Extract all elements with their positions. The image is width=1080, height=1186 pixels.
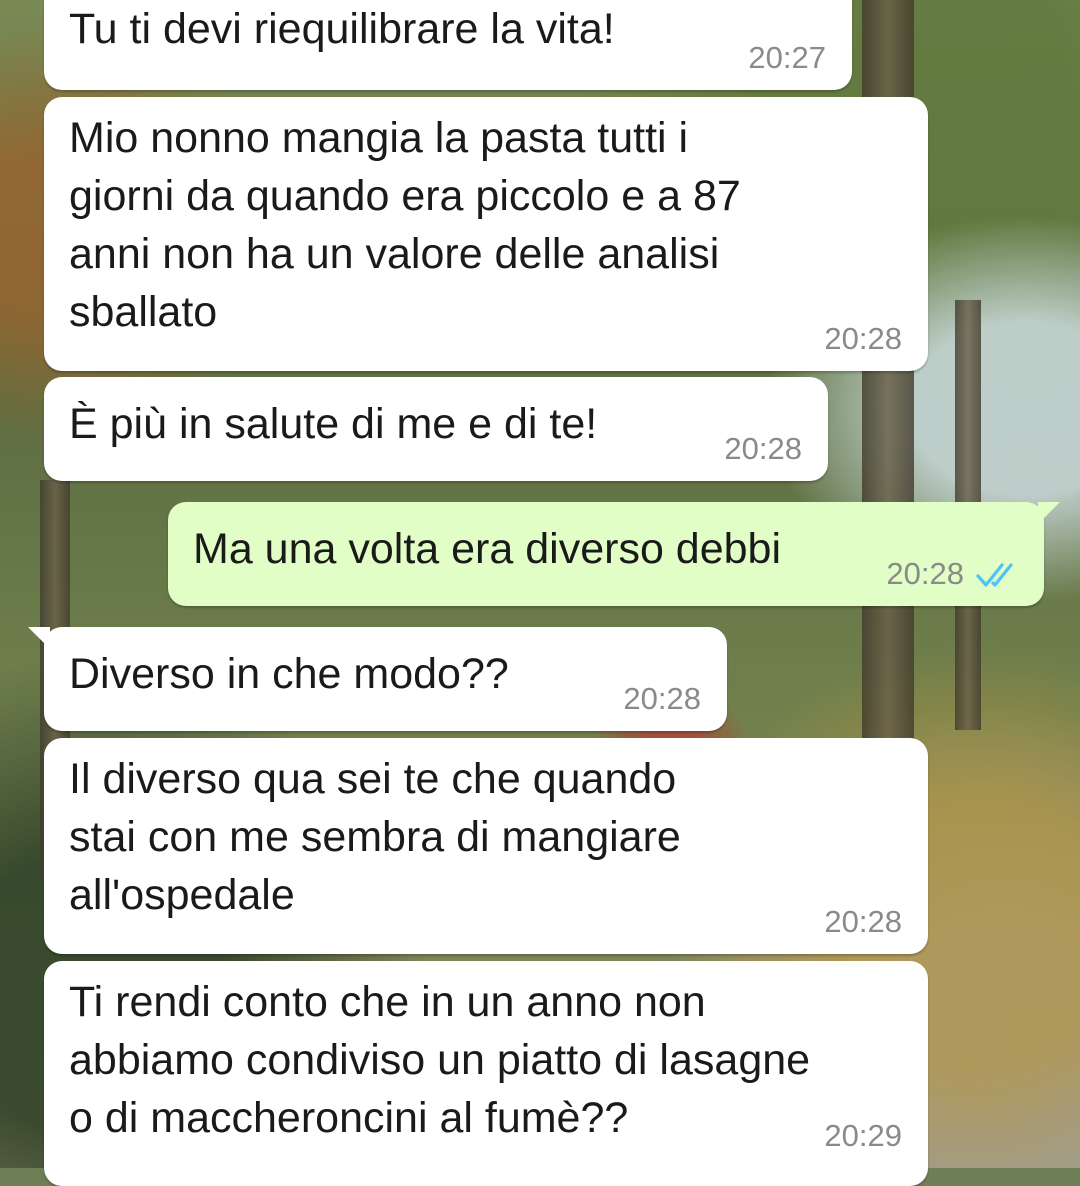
message-bubble-incoming[interactable]: È più in salute di me e di te! 20:28 xyxy=(44,377,828,481)
message-bubble-incoming[interactable]: Ti rendi conto che in un anno non abbiam… xyxy=(44,961,928,1186)
bubble-tail xyxy=(1038,502,1060,524)
double-check-read-icon xyxy=(976,563,1013,587)
bubble-tail xyxy=(28,627,50,649)
message-text: Il diverso qua sei te che quando stai co… xyxy=(69,755,681,919)
message-timestamp: 20:29 xyxy=(824,1118,902,1153)
message-bubble-outgoing[interactable]: Ma una volta era diverso debbi 20:28 xyxy=(168,502,1060,606)
message-bubble-incoming[interactable]: Il diverso qua sei te che quando stai co… xyxy=(44,738,928,954)
message-text: Ti rendi conto che in un anno non abbiam… xyxy=(69,978,811,1142)
message-timestamp: 20:27 xyxy=(748,40,826,75)
message-bubble-incoming[interactable]: Mio nonno mangia la pasta tutti i giorni… xyxy=(44,97,928,371)
message-text: Diverso in che modo?? xyxy=(69,650,509,698)
message-timestamp: 20:28 xyxy=(623,681,701,716)
message-text: È più in salute di me e di te! xyxy=(69,400,598,448)
message-text: Ma una volta era diverso debbi xyxy=(193,525,782,573)
message-bubble-incoming[interactable]: Tu ti devi riequilibrare la vita! 20:27 xyxy=(44,0,852,90)
message-timestamp: 20:28 xyxy=(886,556,964,591)
message-bubble-incoming[interactable]: Diverso in che modo?? 20:28 xyxy=(28,627,727,731)
message-timestamp: 20:28 xyxy=(824,904,902,939)
message-text: Mio nonno mangia la pasta tutti i giorni… xyxy=(69,114,741,336)
message-timestamp: 20:28 xyxy=(824,321,902,356)
message-text: Tu ti devi riequilibrare la vita! xyxy=(69,5,615,53)
message-timestamp: 20:28 xyxy=(724,431,802,466)
